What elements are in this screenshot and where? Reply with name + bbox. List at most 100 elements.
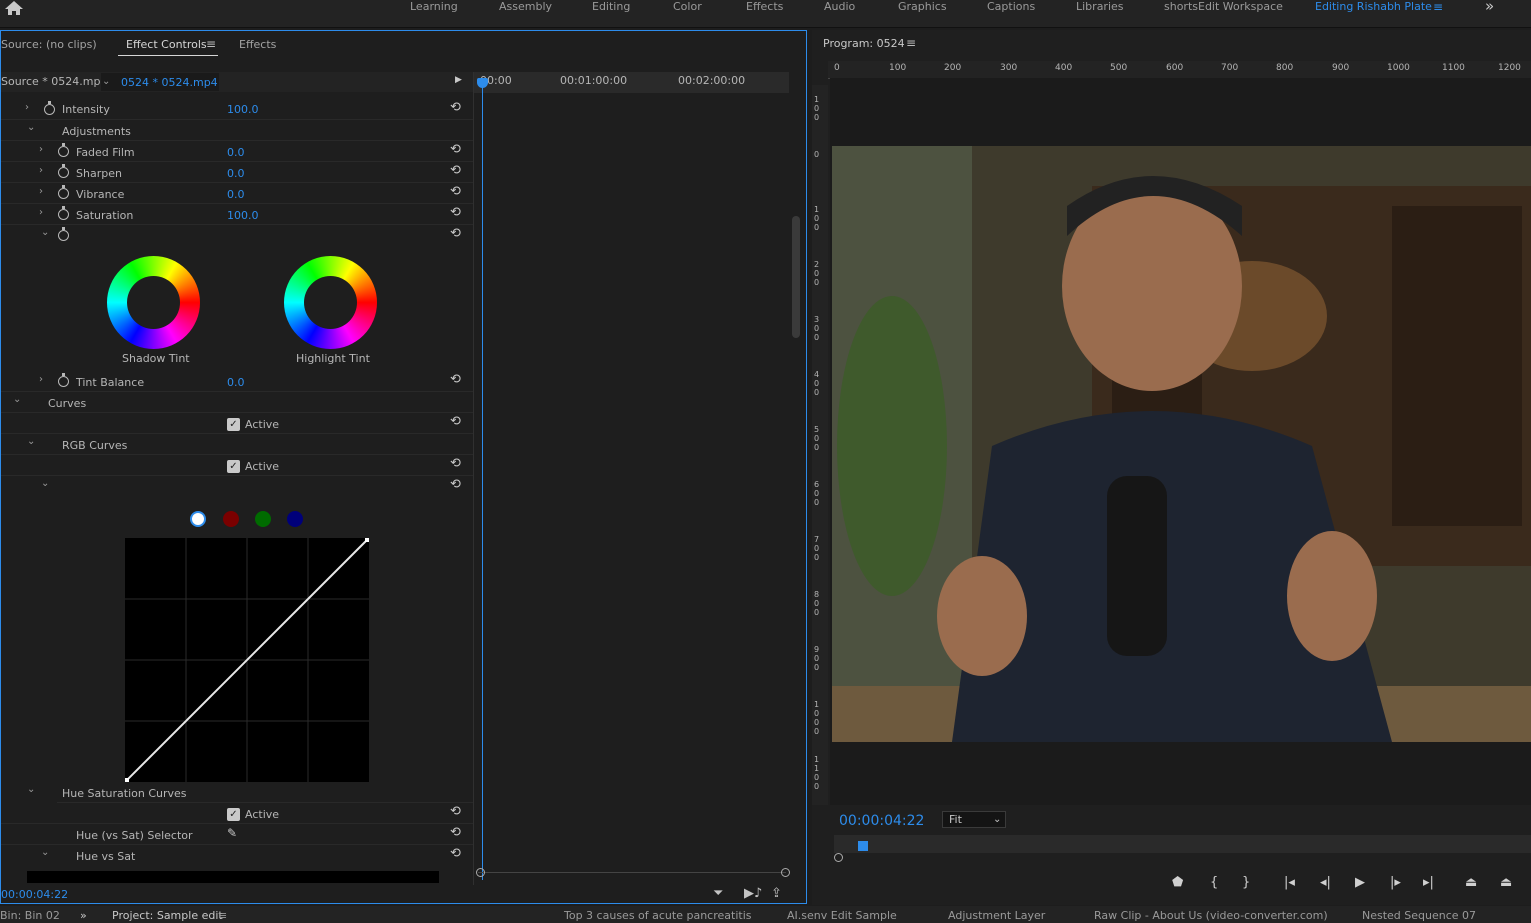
reset-icon[interactable]: ⟲ [450, 205, 461, 220]
panel-menu-icon[interactable]: ≡ [206, 37, 216, 51]
chevron-down-icon[interactable]: ⌄ [27, 122, 35, 133]
reset-icon[interactable]: ⟲ [450, 825, 461, 840]
chevron-right-icon[interactable]: › [39, 374, 43, 385]
faded-film-value[interactable]: 0.0 [227, 146, 245, 159]
sequence-tab[interactable]: Adjustment Layer [948, 909, 1045, 922]
workspace-audio[interactable]: Audio [824, 0, 855, 13]
zoom-fit-select[interactable]: Fit ⌄ [942, 811, 1006, 828]
play-icon[interactable]: ▶ [1355, 875, 1365, 890]
reset-icon[interactable]: ⟲ [450, 456, 461, 471]
rgb-curve-graph[interactable] [125, 538, 369, 782]
program-playhead[interactable] [858, 841, 868, 851]
workspace-libraries[interactable]: Libraries [1076, 0, 1124, 13]
stopwatch-icon[interactable] [44, 101, 55, 115]
workspace-assembly[interactable]: Assembly [499, 0, 552, 13]
home-icon[interactable] [4, 0, 24, 16]
reset-icon[interactable]: ⟲ [450, 414, 461, 429]
chevron-down-icon[interactable]: ⌄ [27, 436, 35, 447]
workspace-learning[interactable]: Learning [410, 0, 458, 13]
active-checkbox[interactable]: ✓ [227, 460, 240, 473]
effect-controls-timeline[interactable]: 00:00 00:01:00:00 00:02:00:00 [473, 72, 790, 885]
stopwatch-icon[interactable] [58, 227, 69, 241]
active-checkbox[interactable]: ✓ [227, 418, 240, 431]
play-only-clip-icon[interactable]: ▶ [455, 75, 462, 85]
workspace-editing[interactable]: Editing [592, 0, 630, 13]
clip-selector[interactable]: ⌄ 0524 * 0524.mp4 [101, 73, 219, 91]
timeline-ruler[interactable]: 00:00 00:01:00:00 00:02:00:00 [474, 72, 789, 93]
current-timecode[interactable]: 00:00:04:22 [1, 888, 68, 901]
reset-icon[interactable]: ⟲ [450, 100, 461, 115]
mark-out-icon[interactable]: } [1242, 875, 1250, 890]
chevron-down-icon[interactable]: ⌄ [13, 394, 21, 405]
eyedropper-icon[interactable]: ✎ [227, 826, 237, 840]
program-scrubber[interactable] [834, 835, 1531, 853]
master-clip-label[interactable]: Source * 0524.mp4 [1, 75, 107, 88]
tab-project[interactable]: Project: Sample edit [112, 909, 223, 922]
stopwatch-icon[interactable] [58, 143, 69, 157]
zoom-handle-left[interactable] [834, 853, 843, 862]
export-icon[interactable]: ⇪ [771, 886, 782, 901]
chevron-right-icon[interactable]: › [39, 186, 43, 197]
stopwatch-icon[interactable] [58, 164, 69, 178]
go-to-in-icon[interactable]: |◂ [1284, 875, 1295, 890]
play-audio-icon[interactable]: ▶♪ [744, 886, 762, 901]
chevron-down-icon[interactable]: ⌄ [27, 784, 35, 795]
chevron-down-icon[interactable]: ⌄ [41, 478, 49, 489]
stopwatch-icon[interactable] [58, 373, 69, 387]
reset-icon[interactable]: ⟲ [450, 372, 461, 387]
workspace-captions[interactable]: Captions [987, 0, 1035, 13]
add-marker-icon[interactable]: ⬟ [1172, 875, 1183, 890]
saturation-value[interactable]: 100.0 [227, 209, 259, 222]
panel-menu-icon[interactable]: ≡ [906, 36, 916, 50]
more-workspaces-icon[interactable]: » [1485, 0, 1494, 15]
panel-menu-icon[interactable]: ≡ [218, 909, 227, 922]
tab-effects[interactable]: Effects [239, 38, 276, 51]
vertical-scrollbar[interactable] [792, 216, 800, 338]
tab-bin[interactable]: Bin: Bin 02 [0, 909, 60, 922]
workspace-menu-icon[interactable]: ≡ [1433, 0, 1443, 14]
lift-icon[interactable]: ⏏ [1465, 875, 1477, 890]
workspace-color[interactable]: Color [673, 0, 702, 13]
master-channel-dot[interactable] [190, 511, 206, 527]
reset-icon[interactable]: ⟲ [450, 846, 461, 861]
workspace-editing-rishabh-plate[interactable]: Editing Rishabh Plate [1315, 0, 1432, 13]
reset-icon[interactable]: ⟲ [450, 184, 461, 199]
active-checkbox[interactable]: ✓ [227, 808, 240, 821]
workspace-graphics[interactable]: Graphics [898, 0, 947, 13]
stopwatch-icon[interactable] [58, 206, 69, 220]
chevron-right-icon[interactable]: › [39, 207, 43, 218]
timeline-zoom-bar[interactable] [478, 872, 786, 873]
program-timecode[interactable]: 00:00:04:22 [839, 813, 924, 829]
chevron-down-icon[interactable]: ⌄ [41, 847, 49, 858]
chevron-right-icon[interactable]: › [39, 165, 43, 176]
tab-effect-controls[interactable]: Effect Controls [126, 38, 207, 51]
vibrance-value[interactable]: 0.0 [227, 188, 245, 201]
go-to-out-icon[interactable]: ▸| [1423, 875, 1434, 890]
zoom-handle-right[interactable] [781, 868, 790, 877]
blue-channel-dot[interactable] [287, 511, 303, 527]
reset-icon[interactable]: ⟲ [450, 163, 461, 178]
workspace-shortsedit[interactable]: shortsEdit Workspace [1164, 0, 1283, 13]
intensity-value[interactable]: 100.0 [227, 103, 259, 116]
stopwatch-icon[interactable] [58, 185, 69, 199]
chevron-right-icon[interactable]: › [39, 144, 43, 155]
mark-in-icon[interactable]: { [1210, 875, 1218, 890]
sharpen-value[interactable]: 0.0 [227, 167, 245, 180]
reset-icon[interactable]: ⟲ [450, 142, 461, 157]
program-monitor-title[interactable]: Program: 0524 [823, 37, 905, 50]
sequence-tab[interactable]: AI.senv Edit Sample [787, 909, 897, 922]
highlight-tint-wheel[interactable] [284, 256, 377, 349]
reset-icon[interactable]: ⟲ [450, 226, 461, 241]
sequence-tab[interactable]: Top 3 causes of acute pancreatitis [564, 909, 751, 922]
tint-balance-value[interactable]: 0.0 [227, 376, 245, 389]
green-channel-dot[interactable] [255, 511, 271, 527]
reset-icon[interactable]: ⟲ [450, 477, 461, 492]
workspace-effects[interactable]: Effects [746, 0, 783, 13]
chevron-down-icon[interactable]: ⌄ [41, 227, 49, 238]
step-forward-icon[interactable]: |▸ [1390, 875, 1401, 890]
chevron-right-icon[interactable]: › [25, 102, 29, 113]
step-back-icon[interactable]: ◂| [1320, 875, 1331, 890]
shadow-tint-wheel[interactable] [107, 256, 200, 349]
sequence-tab[interactable]: Nested Sequence 07 [1362, 909, 1476, 922]
sequence-tab[interactable]: Raw Clip - About Us (video-converter.com… [1094, 909, 1328, 922]
